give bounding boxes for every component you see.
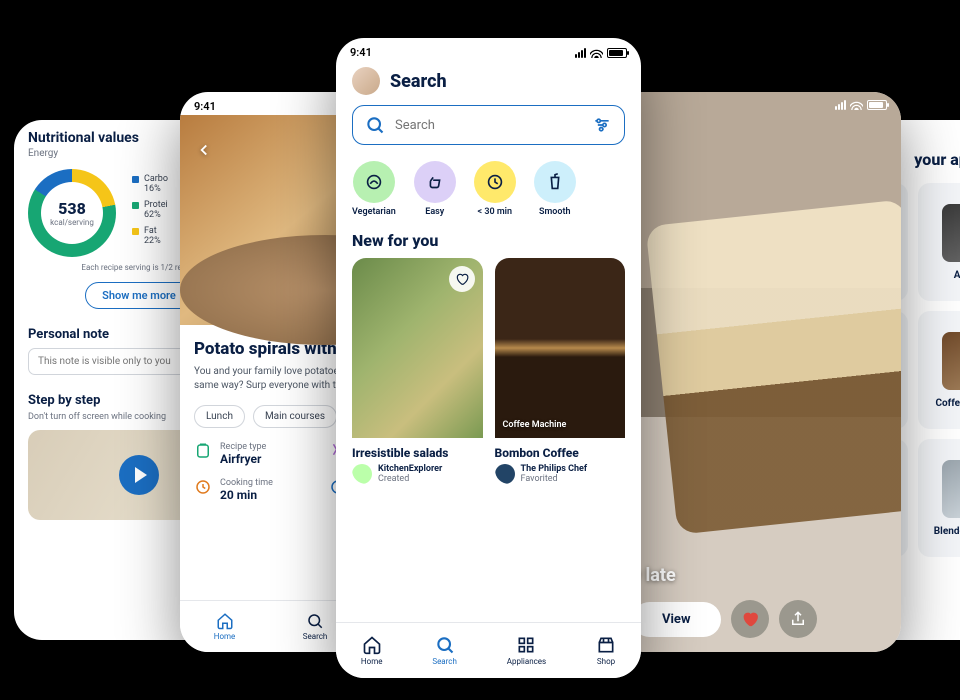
tag[interactable]: Lunch (194, 405, 245, 428)
kcal-unit: kcal/serving (50, 218, 94, 227)
view-button[interactable]: View (632, 602, 721, 637)
card-salads[interactable]: Irresistible salads KitchenExplorerCreat… (352, 258, 483, 484)
screen-search: 9:41 Search Vegetarian Easy < 30 min Smo… (336, 38, 641, 678)
show-more-button[interactable]: Show me more (85, 282, 193, 309)
status-bar (616, 92, 901, 112)
tab-bar: Home Search Appliances Shop (336, 622, 641, 678)
appliance-card[interactable]: Coffee Machine (918, 311, 960, 429)
appliance-card[interactable]: Airfryer (918, 183, 960, 301)
section-title: New for you (336, 223, 641, 258)
play-icon[interactable] (119, 455, 159, 495)
card-title: Bombon Coffee (495, 446, 626, 460)
search-icon (365, 115, 385, 135)
back-icon[interactable] (195, 141, 213, 159)
tab-appliances[interactable]: Appliances (507, 635, 546, 666)
clock-icon (194, 478, 212, 496)
kcal-value: 538 (58, 199, 86, 218)
creator-avatar (495, 464, 515, 484)
creator-avatar (352, 464, 372, 484)
nutrition-legend: Carbo16% Protei62% Fat22% (132, 174, 168, 252)
tab-home[interactable]: Home (214, 612, 236, 641)
tag[interactable]: Main courses (253, 405, 337, 428)
chip-vegetarian[interactable]: Vegetarian (352, 161, 396, 217)
status-bar: 9:41 (336, 38, 641, 61)
share-button[interactable] (779, 600, 817, 638)
appliance-card[interactable]: Blender & Juicer (918, 439, 960, 557)
tab-shop[interactable]: Shop (596, 635, 616, 666)
search-box[interactable] (352, 105, 625, 145)
filter-icon[interactable] (592, 115, 612, 135)
tab-home[interactable]: Home (361, 635, 383, 666)
chip-time[interactable]: < 30 min (474, 161, 516, 217)
card-coffee[interactable]: Coffee Machine Bombon Coffee The Philips… (495, 258, 626, 484)
chip-smoothie[interactable]: Smooth (534, 161, 576, 217)
heart-button[interactable] (731, 600, 769, 638)
search-input[interactable] (395, 118, 582, 133)
favorite-button[interactable] (449, 266, 475, 292)
appliance-icon (194, 442, 212, 460)
tab-search[interactable]: Search (432, 635, 457, 666)
chip-easy[interactable]: Easy (414, 161, 456, 217)
avatar[interactable] (352, 67, 380, 95)
page-title: Search (390, 71, 447, 92)
card-title: Irresistible salads (352, 446, 483, 460)
tab-search[interactable]: Search (303, 612, 328, 641)
card-overlay-label: Coffee Machine (503, 420, 567, 430)
nutrition-donut: 538 kcal/serving (28, 169, 116, 257)
screen-coffee: y late View (616, 92, 901, 652)
